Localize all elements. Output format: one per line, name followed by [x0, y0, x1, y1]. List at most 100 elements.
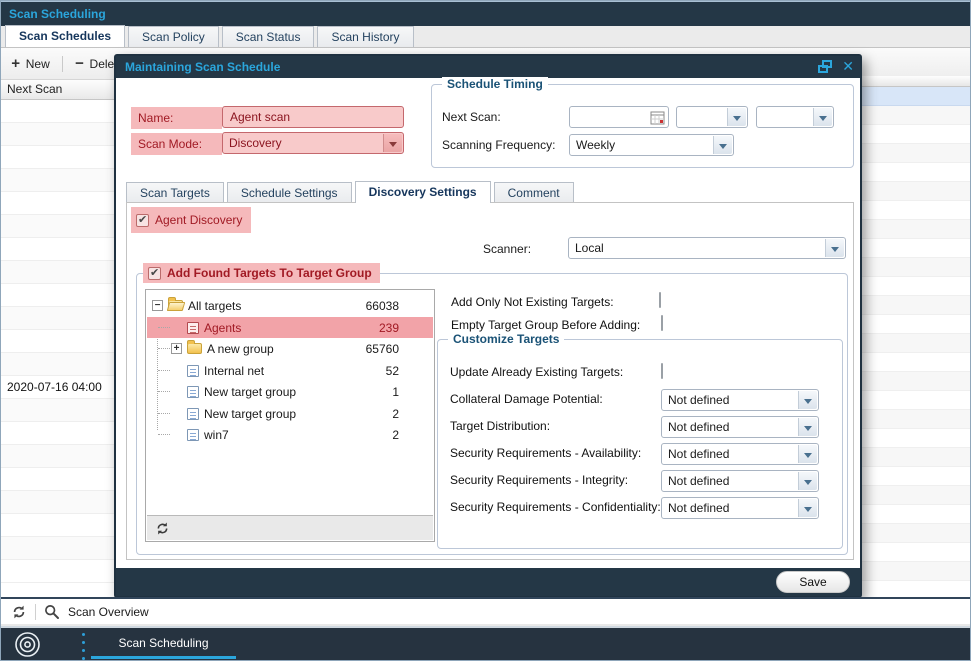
folder-closed-icon — [187, 343, 202, 354]
next-scan-hour-select[interactable] — [676, 106, 748, 128]
expander-plus-icon[interactable] — [171, 343, 182, 354]
tree-item-a-new-group[interactable]: A new group65760 — [147, 338, 433, 359]
security-requirements-availability-select[interactable]: Not defined — [661, 443, 819, 465]
maintaining-scan-schedule-dialog: Maintaining Scan Schedule Name: Agent sc… — [114, 54, 862, 598]
scanning-frequency-select[interactable]: Weekly — [569, 134, 734, 156]
security-requirements-integrity-select[interactable]: Not defined — [661, 470, 819, 492]
tree-item-internal-net[interactable]: Internal net 52 — [147, 360, 433, 381]
security-requirements-availability-label: Security Requirements - Availability: — [450, 446, 641, 461]
target-distribution-select-value: Not defined — [662, 417, 818, 437]
schedule-row[interactable] — [1, 514, 114, 537]
tree-item-all-targets[interactable]: All targets66038 — [147, 295, 433, 316]
security-requirements-confidentiality-select-value: Not defined — [662, 498, 818, 518]
refresh-button[interactable] — [155, 521, 170, 536]
chevron-down-icon — [798, 391, 817, 409]
next-scan-column-header[interactable]: Next Scan — [1, 80, 114, 100]
schedule-timing-legend: Schedule Timing — [442, 77, 548, 91]
chevron-down-icon — [383, 134, 402, 152]
tree-item-new-target-group[interactable]: New target group2 — [147, 403, 433, 424]
scan-mode-select[interactable]: Discovery — [222, 132, 404, 154]
tree-item-label: win7 — [204, 428, 229, 442]
schedule-row[interactable] — [1, 307, 114, 330]
expander-minus-icon[interactable] — [152, 300, 163, 311]
scanner-label: Scanner: — [483, 241, 531, 257]
schedule-row[interactable] — [1, 100, 114, 123]
tree-item-label: New target group — [204, 385, 296, 399]
chevron-down-icon — [798, 499, 817, 517]
tab-scan-schedules[interactable]: Scan Schedules — [5, 25, 125, 47]
dialog-tab-scan-targets[interactable]: Scan Targets — [126, 182, 224, 203]
customize-targets-legend: Customize Targets — [448, 332, 564, 346]
tree-item-count: 239 — [379, 321, 399, 335]
security-requirements-confidentiality-label: Security Requirements - Confidentiality: — [450, 500, 661, 515]
tab-scan-status[interactable]: Scan Status — [222, 26, 315, 47]
schedule-row[interactable]: 2020-07-16 04:00 — [1, 376, 114, 399]
next-scan-minute-select[interactable] — [756, 106, 834, 128]
tab-scan-history[interactable]: Scan History — [317, 26, 413, 47]
search-icon[interactable] — [44, 604, 60, 620]
tree-item-win7[interactable]: win72 — [147, 424, 433, 445]
new-button[interactable]: New — [11, 55, 50, 72]
scanning-frequency-label: Scanning Frequency: — [442, 134, 555, 156]
schedule-row[interactable] — [1, 445, 114, 468]
schedule-row[interactable] — [1, 560, 114, 583]
main-tabbar: Scan SchedulesScan PolicyScan StatusScan… — [1, 26, 970, 48]
schedule-row[interactable] — [1, 238, 114, 261]
agent-discovery-checkbox[interactable] — [136, 214, 149, 227]
schedule-row[interactable] — [1, 146, 114, 169]
chevron-down-icon — [713, 136, 732, 154]
tab-scan-policy[interactable]: Scan Policy — [128, 26, 219, 47]
schedule-row[interactable] — [1, 284, 114, 307]
schedule-row[interactable] — [1, 422, 114, 445]
schedule-row[interactable] — [1, 491, 114, 514]
target-tree: All targets66038Agents239A new group6576… — [145, 289, 435, 542]
name-input[interactable]: Agent scan — [222, 106, 404, 128]
schedule-row[interactable] — [1, 123, 114, 146]
tree-item-new-target-group[interactable]: New target group1 — [147, 381, 433, 402]
tree-item-label: Internal net — [204, 364, 264, 378]
schedule-timing-group: Schedule Timing Next Scan: Scanning Freq… — [431, 84, 854, 168]
collateral-damage-potential-select[interactable]: Not defined — [661, 389, 819, 411]
toolbar-separator — [62, 56, 63, 72]
tree-item-label: A new group — [207, 342, 274, 356]
scanner-select[interactable]: Local — [568, 237, 846, 259]
tree-refresh-bar — [147, 515, 433, 540]
add-only-not-existing-checkbox[interactable] — [659, 292, 661, 308]
schedule-row[interactable] — [1, 261, 114, 284]
security-requirements-confidentiality-select[interactable]: Not defined — [661, 497, 819, 519]
scan-overview-label: Scan Overview — [68, 605, 149, 619]
schedule-row[interactable] — [1, 537, 114, 560]
schedule-row[interactable] — [1, 353, 114, 376]
schedule-row[interactable] — [1, 330, 114, 353]
drag-handle-dots[interactable] — [82, 633, 85, 660]
save-button[interactable]: Save — [776, 571, 850, 593]
folder-open-icon — [168, 300, 183, 311]
dialog-tab-comment[interactable]: Comment — [494, 182, 574, 203]
target-logo-icon[interactable] — [14, 631, 41, 658]
close-icon[interactable] — [842, 59, 854, 73]
chevron-down-icon — [798, 445, 817, 463]
target-distribution-select[interactable]: Not defined — [661, 416, 819, 438]
dialog-tab-schedule-settings[interactable]: Schedule Settings — [227, 182, 352, 203]
empty-target-group-checkbox[interactable] — [661, 315, 663, 331]
taskbar: Scan Scheduling — [1, 626, 970, 660]
schedule-row[interactable] — [1, 399, 114, 422]
active-tab-underline — [91, 656, 236, 659]
update-already-existing-targets-checkbox[interactable] — [661, 363, 663, 379]
tree-item-count: 52 — [386, 364, 399, 378]
schedule-row[interactable] — [1, 215, 114, 238]
dialog-tab-discovery-settings[interactable]: Discovery Settings — [355, 181, 491, 203]
schedule-row[interactable] — [1, 192, 114, 215]
schedule-row[interactable] — [1, 169, 114, 192]
empty-target-group-label: Empty Target Group Before Adding: — [451, 318, 640, 333]
next-scan-date-input[interactable] — [569, 106, 669, 128]
schedule-row[interactable] — [1, 468, 114, 491]
calendar-icon[interactable] — [650, 110, 665, 125]
agent-discovery-option[interactable]: Agent Discovery — [131, 207, 251, 233]
target-group-legend-checkbox[interactable] — [148, 267, 161, 280]
tree-item-label: All targets — [188, 299, 241, 313]
tree-item-agents[interactable]: Agents239 — [147, 317, 433, 338]
restore-icon[interactable] — [818, 60, 832, 73]
dialog-titlebar[interactable]: Maintaining Scan Schedule — [116, 56, 860, 78]
refresh-button[interactable] — [11, 604, 27, 620]
